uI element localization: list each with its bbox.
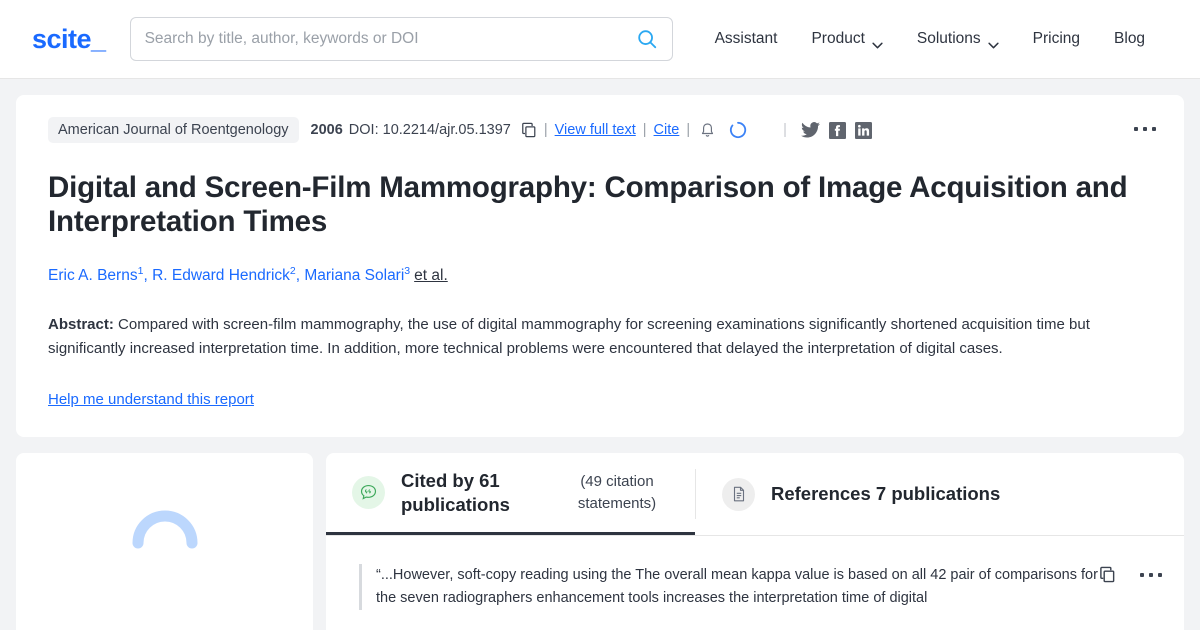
nav-label: Pricing: [1033, 30, 1080, 48]
search-icon[interactable]: [636, 28, 658, 50]
loading-spinner-icon: [729, 121, 747, 139]
nav-item-product[interactable]: Product: [794, 30, 899, 48]
separator: |: [686, 122, 690, 138]
dot: [1152, 127, 1156, 131]
citation-statements-count: (49 citation statements): [567, 471, 667, 515]
chevron-down-icon: [872, 36, 883, 43]
view-full-text-link[interactable]: View full text: [555, 122, 636, 138]
quote-bubble-icon: [352, 476, 385, 509]
dot: [1140, 573, 1144, 577]
paper-card: American Journal of Roentgenology 2006 D…: [16, 95, 1184, 437]
nav-label: Product: [811, 30, 864, 48]
loading-arc-icon: [130, 505, 200, 575]
help-understand-report-link[interactable]: Help me understand this report: [48, 391, 254, 408]
publication-year: 2006: [311, 122, 343, 138]
citations-card: Cited by 61 publications (49 citation st…: [326, 453, 1184, 630]
nav-label: Blog: [1114, 30, 1145, 48]
copy-icon[interactable]: [1099, 566, 1116, 583]
lower-section: Cited by 61 publications (49 citation st…: [16, 453, 1184, 630]
search-bar[interactable]: [130, 17, 673, 61]
social-share-group: [801, 122, 872, 139]
et-al-link[interactable]: et al.: [414, 267, 448, 284]
copy-icon[interactable]: [521, 122, 537, 138]
comma: ,: [143, 267, 152, 284]
citation-statement-text: “...However, soft-copy reading using the…: [359, 564, 1099, 610]
search-input[interactable]: [145, 30, 636, 48]
author-name: Eric A. Berns: [48, 267, 138, 284]
page-content: American Journal of Roentgenology 2006 D…: [0, 79, 1200, 630]
facebook-icon[interactable]: [829, 122, 846, 139]
author-affiliation-marker: 3: [404, 265, 410, 277]
author-name: Mariana Solari: [304, 267, 404, 284]
site-header: scite_ Assistant Product Solutions Pr: [0, 0, 1200, 79]
nav-item-solutions[interactable]: Solutions: [900, 30, 1016, 48]
separator: |: [643, 122, 647, 138]
abstract-label: Abstract:: [48, 316, 114, 333]
nav-item-assistant[interactable]: Assistant: [698, 30, 795, 48]
chevron-down-icon: [988, 36, 999, 43]
author-link[interactable]: R. Edward Hendrick2: [152, 267, 296, 284]
more-options-icon[interactable]: [1134, 127, 1156, 131]
sidebar-card: [16, 453, 313, 630]
nav-item-blog[interactable]: Blog: [1097, 30, 1162, 48]
abstract-text: Compared with screen-film mammography, t…: [48, 316, 1090, 357]
page-title: Digital and Screen-Film Mammography: Com…: [48, 171, 1152, 239]
author-link[interactable]: Mariana Solari3: [304, 267, 410, 284]
author-name: R. Edward Hendrick: [152, 267, 290, 284]
tab-label-cited-by: Cited by 61 publications: [401, 469, 551, 517]
cite-link[interactable]: Cite: [654, 122, 680, 138]
tab-label-references: References 7 publications: [771, 482, 1000, 506]
dot: [1143, 127, 1147, 131]
document-icon: [722, 478, 755, 511]
author-link[interactable]: Eric A. Berns1: [48, 267, 143, 284]
nav-label: Solutions: [917, 30, 981, 48]
twitter-icon[interactable]: [801, 122, 820, 138]
separator: |: [544, 122, 548, 138]
linkedin-icon[interactable]: [855, 122, 872, 139]
journal-badge[interactable]: American Journal of Roentgenology: [48, 117, 299, 143]
nav-item-pricing[interactable]: Pricing: [1016, 30, 1097, 48]
citation-statement-actions: [1099, 564, 1162, 583]
abstract: Abstract: Compared with screen-film mamm…: [48, 313, 1152, 361]
more-options-icon[interactable]: [1140, 573, 1162, 577]
nav-label: Assistant: [715, 30, 778, 48]
dot: [1149, 573, 1153, 577]
citation-tabs: Cited by 61 publications (49 citation st…: [326, 453, 1184, 536]
paper-meta-row: American Journal of Roentgenology 2006 D…: [48, 117, 1152, 143]
authors-list: Eric A. Berns1, R. Edward Hendrick2, Mar…: [48, 265, 1152, 285]
bell-icon[interactable]: [700, 122, 715, 139]
tab-cited-by[interactable]: Cited by 61 publications (49 citation st…: [326, 453, 695, 535]
scite-logo[interactable]: scite_: [32, 24, 106, 55]
main-navigation: Assistant Product Solutions Pricing Blog: [698, 30, 1163, 48]
doi-text: DOI: 10.2214/ajr.05.1397: [349, 122, 511, 138]
citation-statement: “...However, soft-copy reading using the…: [326, 536, 1184, 610]
dot: [1158, 573, 1162, 577]
tab-references[interactable]: References 7 publications: [696, 453, 1028, 535]
dot: [1134, 127, 1138, 131]
separator: |: [783, 122, 787, 138]
